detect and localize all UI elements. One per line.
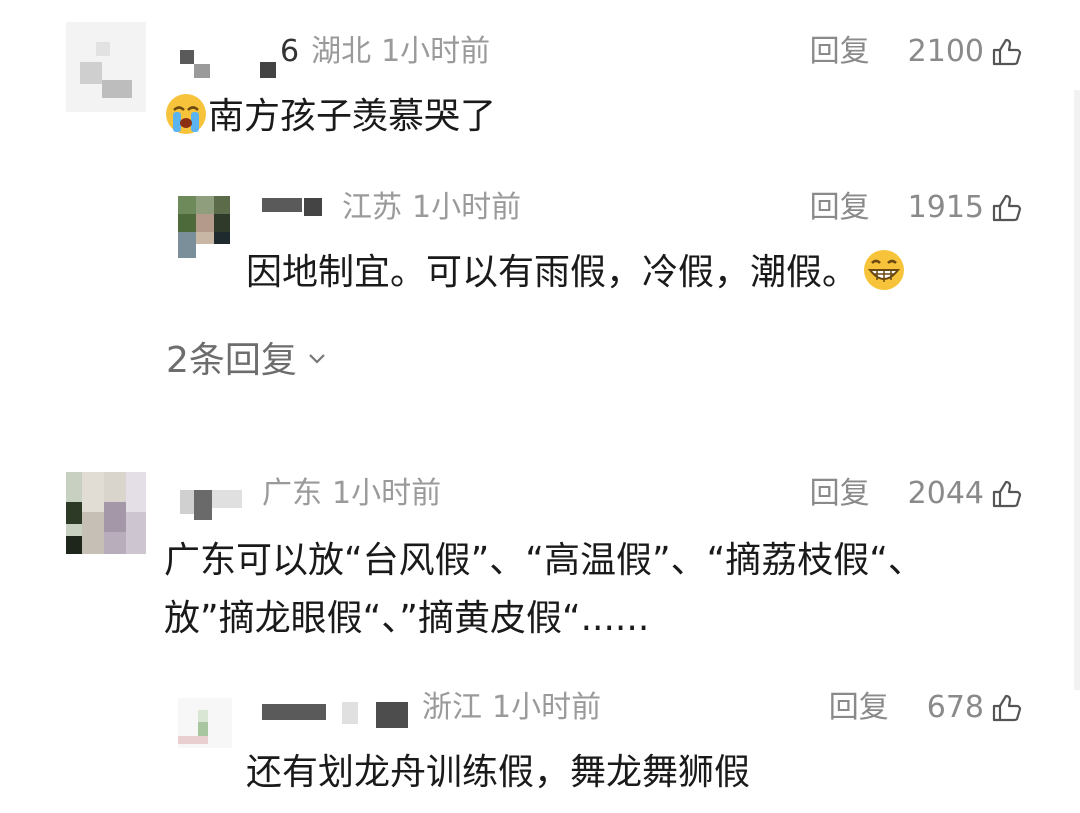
- avatar[interactable]: [66, 472, 146, 554]
- reply-button[interactable]: 回复: [810, 34, 870, 70]
- thumbs-up-icon[interactable]: [990, 36, 1022, 68]
- timestamp: 1小时前: [412, 190, 522, 225]
- avatar[interactable]: [178, 698, 232, 748]
- comment-actions: 回复 678: [829, 690, 1022, 726]
- reply-button[interactable]: 回复: [810, 190, 870, 226]
- location: 浙江: [422, 690, 482, 725]
- location: 湖北: [311, 34, 372, 69]
- more-replies-link[interactable]: 2条回复: [166, 336, 329, 386]
- comment-body: 南方孩子羡慕哭了: [208, 96, 497, 137]
- thumbs-up-icon[interactable]: [990, 478, 1022, 510]
- timestamp: 1小时前: [332, 476, 442, 511]
- comment-actions: 回复 2100: [810, 34, 1022, 70]
- timestamp: 1小时前: [381, 34, 491, 69]
- comment-body: 还有划龙舟训练假，舞龙舞狮假: [246, 752, 751, 793]
- thumbs-up-icon[interactable]: [990, 192, 1022, 224]
- comment-body-line-2: 放”摘龙眼假“、”摘黄皮假“......: [164, 598, 650, 639]
- like-count: 1915: [907, 190, 984, 225]
- reply-button[interactable]: 回复: [810, 476, 870, 512]
- comment-text: 南方孩子羡慕哭了: [164, 88, 496, 146]
- like-count: 2044: [907, 476, 984, 511]
- crying-face-icon: [166, 94, 206, 134]
- comment-text: 广东可以放“台风假”、“高温假”、“摘荔枝假“、 放”摘龙眼假“、”摘黄皮假“.…: [164, 532, 924, 648]
- comment-actions: 回复 2044: [810, 476, 1022, 512]
- avatar[interactable]: [178, 196, 230, 258]
- location: 广东: [262, 476, 322, 511]
- location: 江苏: [342, 190, 402, 225]
- username-blurred[interactable]: [262, 196, 326, 220]
- like-count: 678: [926, 690, 984, 725]
- avatar[interactable]: [66, 22, 146, 112]
- comment-body-line-1: 广东可以放“台风假”、“高温假”、“摘荔枝假“、: [164, 540, 924, 581]
- username-blurred[interactable]: [180, 44, 280, 84]
- chevron-down-icon: [309, 354, 325, 364]
- comment-text: 因地制宜。可以有雨假，冷假，潮假。: [246, 244, 906, 302]
- comment-meta: 6 湖北 1小时前: [280, 34, 490, 70]
- comment-body: 因地制宜。可以有雨假，冷假，潮假。: [246, 252, 859, 293]
- username-blurred[interactable]: [262, 700, 412, 730]
- comment-meta: 广东 1小时前: [262, 476, 441, 512]
- comment-text: 还有划龙舟训练假，舞龙舞狮假: [246, 744, 750, 802]
- more-replies-label: 2条回复: [166, 340, 297, 381]
- grinning-face-icon: [864, 250, 905, 290]
- comment-actions: 回复 1915: [810, 190, 1022, 226]
- comment-meta: 浙江 1小时前: [422, 690, 601, 726]
- like-count: 2100: [907, 34, 984, 69]
- reply-button[interactable]: 回复: [829, 690, 889, 726]
- comment-meta: 江苏 1小时前: [342, 190, 521, 226]
- username-suffix: 6: [280, 34, 300, 69]
- timestamp: 1小时前: [492, 690, 602, 725]
- thumbs-up-icon[interactable]: [990, 692, 1022, 724]
- scrollbar[interactable]: [1074, 90, 1080, 690]
- username-blurred[interactable]: [180, 486, 246, 522]
